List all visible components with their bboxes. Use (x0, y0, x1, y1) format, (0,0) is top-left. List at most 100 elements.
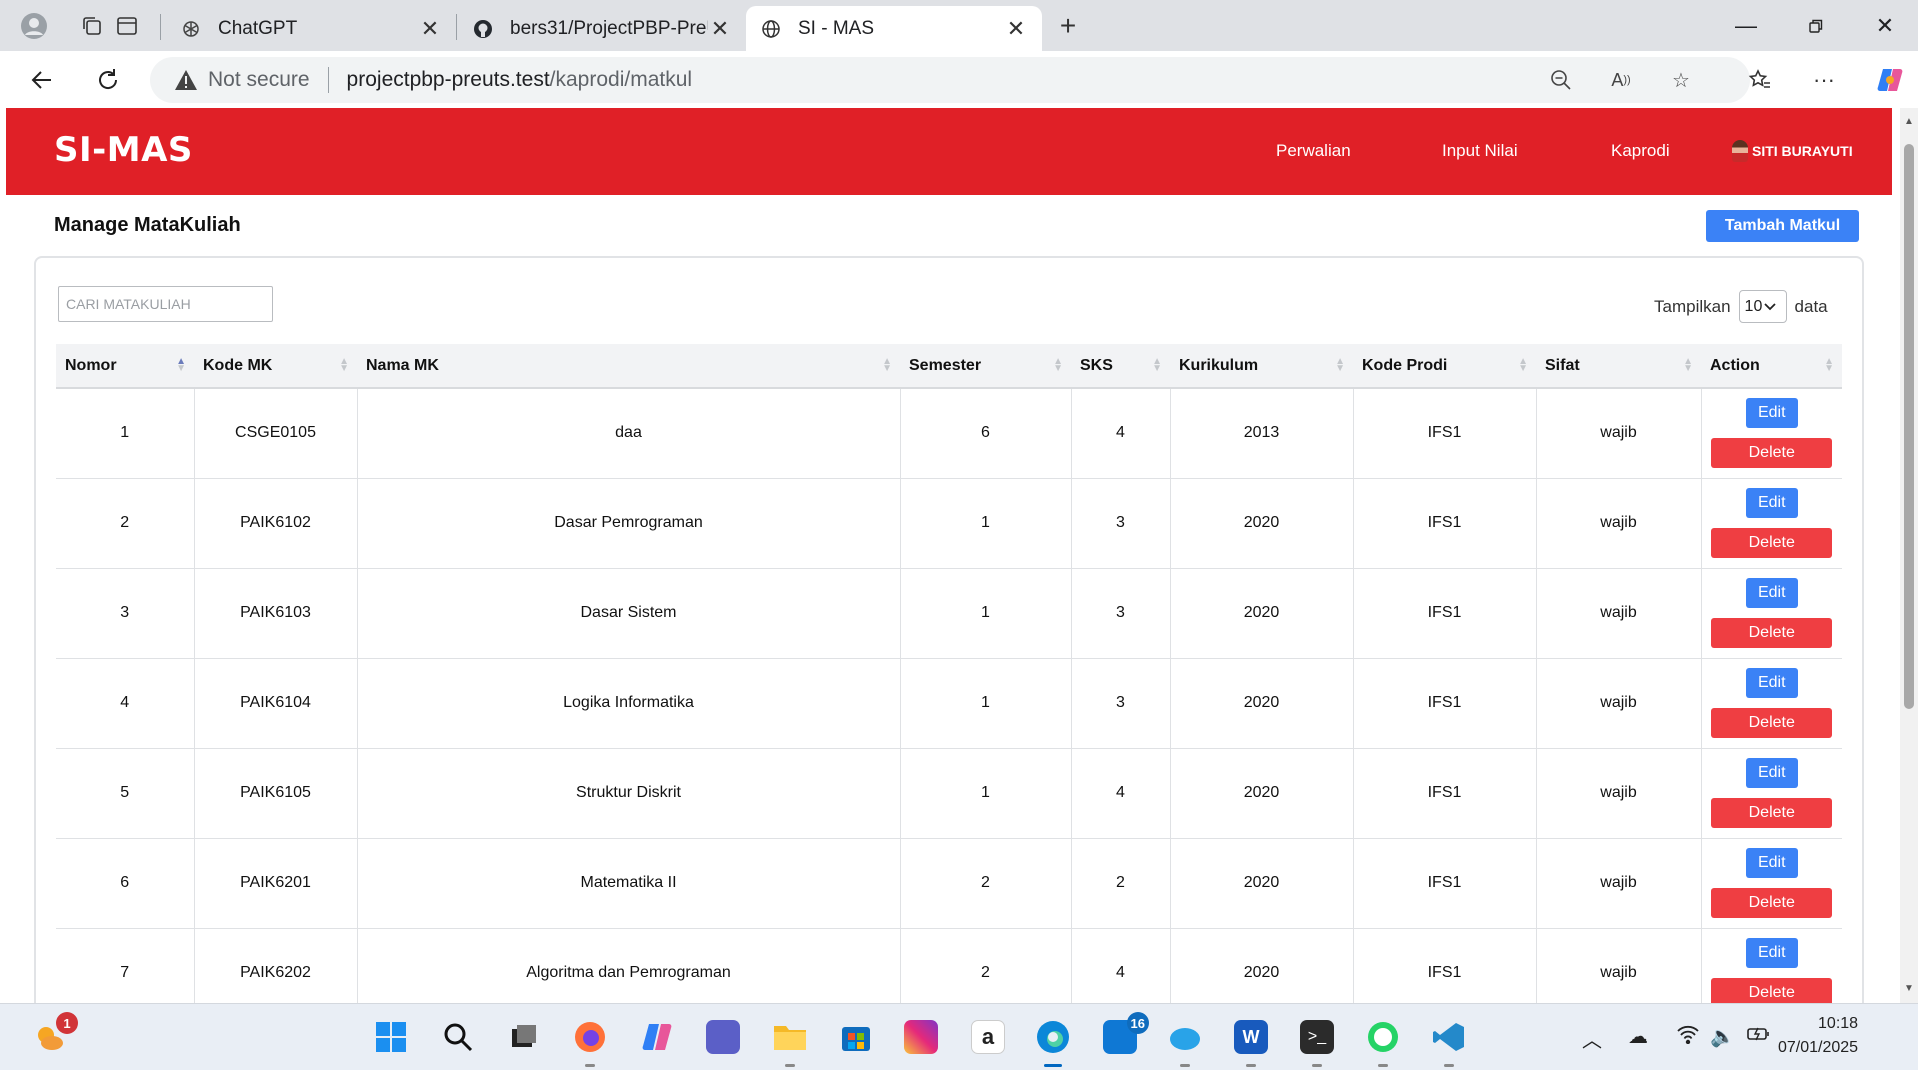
col-header-semester[interactable]: Semester ▲ ▼ (900, 344, 1071, 389)
delete-button[interactable]: Delete (1711, 438, 1833, 469)
weather-widget-icon[interactable]: 1 (28, 1012, 78, 1058)
col-header-kode-prodi[interactable]: Kode Prodi ▲ ▼ (1353, 344, 1536, 389)
col-header-sifat[interactable]: Sifat ▲ ▼ (1536, 344, 1701, 389)
tab-chatgpt[interactable]: ChatGPT ✕ (166, 6, 456, 51)
terminal-icon[interactable]: >_ (1296, 1016, 1338, 1067)
running-indicator (1044, 1064, 1062, 1067)
close-tab-icon[interactable]: ✕ (1004, 16, 1028, 41)
new-tab-icon[interactable]: + (1050, 8, 1086, 44)
col-header-nama-mk[interactable]: Nama MK ▲ ▼ (357, 344, 900, 389)
task-view-icon[interactable] (503, 1016, 545, 1058)
url-host: projectpbp-preuts.test (346, 68, 550, 91)
edit-button[interactable]: Edit (1745, 938, 1798, 968)
running-indicator (1246, 1064, 1256, 1067)
matkul-table: Nomor ▲ ▼ Kode MK ▲ ▼ Nama MK ▲ ▼ Semester ▲ ▼ S… (56, 344, 1842, 1003)
col-header-label: Kode MK (203, 356, 273, 374)
edge-icon[interactable] (1032, 1016, 1074, 1067)
nav-kaprodi[interactable]: Kaprodi (1611, 141, 1670, 161)
volume-icon[interactable]: 🔈 (1710, 1024, 1735, 1049)
tab-actions-icon[interactable] (109, 8, 145, 44)
back-icon[interactable] (22, 60, 62, 100)
more-options-icon[interactable]: ··· (1804, 60, 1844, 100)
minimize-icon[interactable]: ― (1713, 0, 1779, 51)
outlook-icon[interactable]: 16 (1099, 1012, 1149, 1058)
teams-icon[interactable] (702, 1016, 744, 1058)
battery-icon[interactable] (1746, 1024, 1772, 1050)
firefox-icon[interactable] (569, 1016, 611, 1067)
favorite-star-icon[interactable]: ☆ (1666, 65, 1696, 95)
wifi-icon[interactable] (1676, 1024, 1700, 1050)
cell-sks: 3 (1071, 478, 1171, 569)
col-header-nomor[interactable]: Nomor ▲ ▼ (56, 344, 194, 389)
page-size-select[interactable]: 10 (1738, 290, 1787, 323)
reload-icon[interactable] (88, 60, 128, 100)
copilot-app-icon[interactable] (636, 1016, 678, 1058)
col-header-kode-mk[interactable]: Kode MK ▲ ▼ (194, 344, 357, 389)
close-tab-icon[interactable]: ✕ (418, 16, 442, 41)
col-header-action[interactable]: Action ▲ ▼ (1701, 344, 1842, 389)
brand-logo[interactable]: SI-MAS (54, 130, 193, 170)
close-tab-icon[interactable]: ✕ (708, 16, 732, 41)
amazon-icon[interactable]: a (967, 1016, 1009, 1058)
delete-button[interactable]: Delete (1711, 888, 1833, 918)
nav-input-nilai[interactable]: Input Nilai (1442, 141, 1518, 161)
edit-button[interactable]: Edit (1745, 578, 1798, 608)
tab-title: ChatGPT (218, 17, 298, 39)
address-bar[interactable]: Not secure projectpbp-preuts.test/kaprod… (150, 57, 1750, 103)
onedrive-icon[interactable]: ☁ (1628, 1024, 1648, 1049)
cell-kode-mk: PAIK6202 (194, 928, 358, 1003)
favorites-icon[interactable] (1740, 60, 1780, 100)
edit-button[interactable]: Edit (1745, 668, 1798, 698)
cell-sks: 2 (1071, 838, 1171, 929)
read-aloud-icon[interactable]: A)) (1606, 65, 1636, 95)
store-icon[interactable] (835, 1016, 877, 1058)
scroll-thumb[interactable] (1904, 144, 1914, 709)
delete-button[interactable]: Delete (1711, 528, 1833, 558)
sort-icon: ▲ ▼ (1518, 356, 1528, 374)
nav-perwalian[interactable]: Perwalian (1276, 141, 1351, 161)
delete-button[interactable]: Delete (1711, 798, 1833, 828)
whatsapp-icon[interactable] (1362, 1016, 1404, 1067)
tab-si-mas[interactable]: SI - MAS ✕ (746, 6, 1042, 51)
sort-icon: ▲ ▼ (882, 356, 892, 374)
cell-kode-prodi: IFS1 (1353, 568, 1537, 659)
cell-action: Edit Delete (1701, 928, 1842, 1003)
delete-button[interactable]: Delete (1711, 978, 1833, 1003)
search-icon[interactable] (437, 1016, 479, 1058)
scroll-up-icon[interactable]: ▲ (1903, 116, 1915, 128)
close-window-icon[interactable]: ✕ (1852, 0, 1918, 51)
show-hidden-icons-chevron-icon[interactable]: ︿ (1582, 1024, 1602, 1053)
zoom-icon[interactable] (1546, 65, 1576, 95)
edit-button[interactable]: Edit (1745, 398, 1798, 429)
page-scrollbar[interactable]: ▲ ▼ (1900, 108, 1918, 1003)
word-icon[interactable]: W (1230, 1016, 1272, 1067)
scroll-down-icon[interactable]: ▼ (1903, 983, 1915, 995)
edit-button[interactable]: Edit (1745, 848, 1798, 878)
windows-taskbar: 1 a 16 W >_ ︿ ☁ 🔈 10:18 07/01/2025 (0, 1003, 1918, 1070)
sort-icon: ▲ ▼ (1683, 356, 1693, 374)
system-clock[interactable]: 10:18 07/01/2025 (1778, 1012, 1858, 1060)
sort-icon: ▲ ▼ (1053, 356, 1063, 374)
security-label[interactable]: Not secure (208, 68, 310, 92)
col-header-kurikulum[interactable]: Kurikulum ▲ ▼ (1170, 344, 1353, 389)
restore-icon[interactable] (1783, 0, 1849, 51)
edit-button[interactable]: Edit (1745, 488, 1798, 518)
start-icon[interactable] (370, 1016, 412, 1058)
file-explorer-icon[interactable] (769, 1016, 811, 1067)
workspaces-icon[interactable] (74, 8, 110, 44)
cloud-app-icon[interactable] (1164, 1016, 1206, 1067)
instagram-icon[interactable] (900, 1016, 942, 1058)
vscode-icon[interactable] (1428, 1016, 1470, 1067)
user-menu[interactable]: SITI BURAYUTI (1732, 140, 1853, 162)
delete-button[interactable]: Delete (1711, 618, 1833, 648)
col-header-sks[interactable]: SKS ▲ ▼ (1071, 344, 1170, 389)
tab-github[interactable]: bers31/ProjectPBP-PreUTS: ahihi ✕ (458, 6, 746, 51)
edit-button[interactable]: Edit (1745, 758, 1798, 788)
delete-button[interactable]: Delete (1711, 708, 1833, 738)
search-input[interactable] (58, 286, 273, 322)
warning-icon[interactable] (174, 69, 198, 91)
add-matkul-button[interactable]: Tambah Matkul (1706, 210, 1859, 242)
cell-kode-mk: PAIK6201 (194, 838, 358, 929)
profile-icon[interactable] (16, 8, 52, 44)
copilot-icon[interactable] (1870, 60, 1910, 100)
